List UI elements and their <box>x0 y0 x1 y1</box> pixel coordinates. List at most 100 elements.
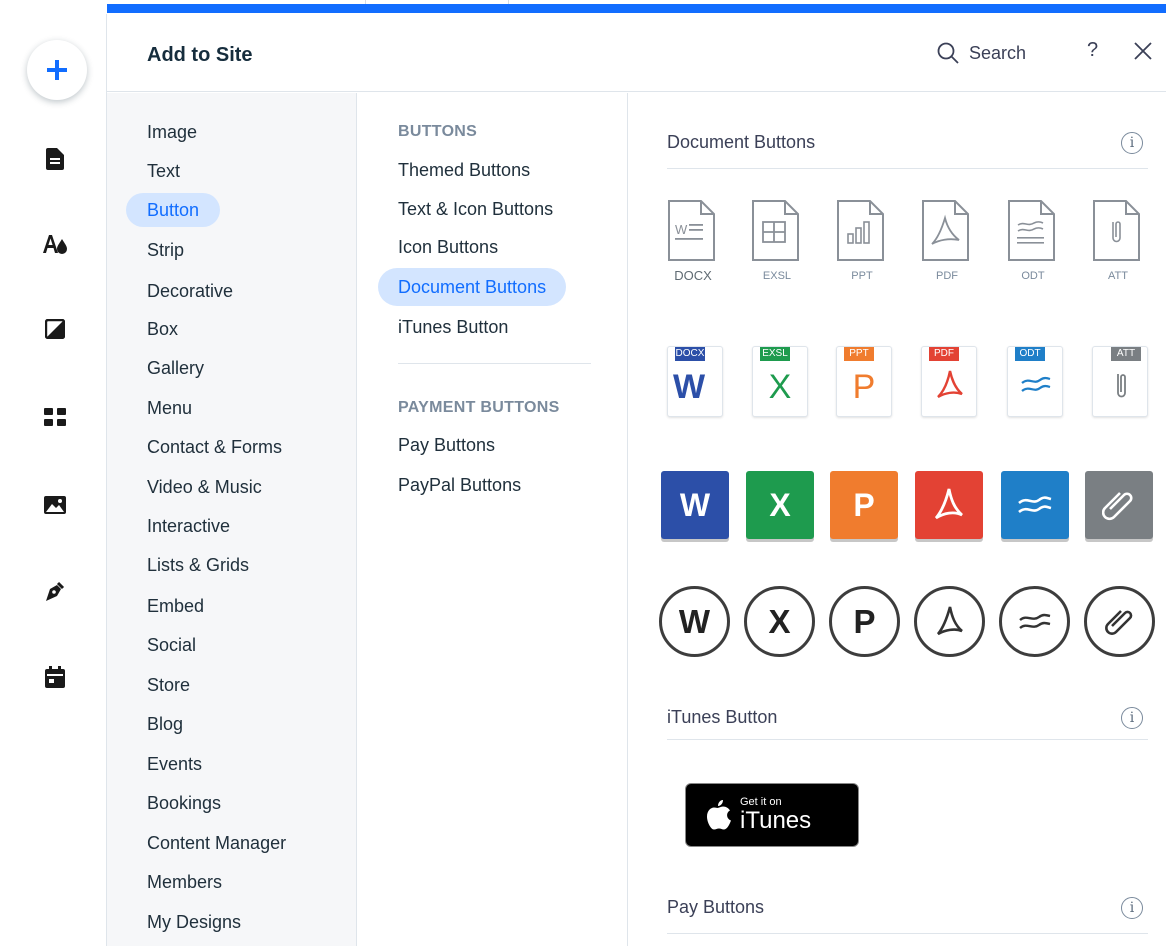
sub-text-icon-buttons[interactable]: Text & Icon Buttons <box>378 190 573 228</box>
top-separator <box>508 0 509 4</box>
pdf-tab: PDF <box>929 347 959 361</box>
sub-icon-buttons[interactable]: Icon Buttons <box>378 228 518 266</box>
category-members[interactable]: Members <box>126 865 243 899</box>
section-title-pay-buttons: Pay Buttons <box>667 897 765 917</box>
section-title-itunes-button: iTunes Button <box>667 707 778 727</box>
background-icon <box>45 319 65 339</box>
doc-card-att[interactable]: ATT <box>1092 346 1148 417</box>
doc-square-word[interactable]: W <box>661 471 729 539</box>
calendar-icon <box>45 666 65 688</box>
doc-square-excel[interactable]: X <box>746 471 814 539</box>
top-accent-line <box>107 4 1166 13</box>
search-label: Search <box>969 42 1027 63</box>
paperclip-icon <box>1104 609 1132 635</box>
top-bar <box>0 0 1166 14</box>
category-social[interactable]: Social <box>126 628 217 662</box>
close-button[interactable] <box>1134 42 1152 65</box>
site-design-button[interactable] <box>40 229 70 259</box>
sub-document-buttons[interactable]: Document Buttons <box>378 268 567 306</box>
category-my-designs[interactable]: My Designs <box>126 905 262 939</box>
bookings-button[interactable] <box>40 662 70 692</box>
doc-square-ppt[interactable]: P <box>830 471 898 539</box>
close-icon <box>1134 42 1152 60</box>
doc-outline-pdf[interactable]: PDF <box>921 200 973 290</box>
category-interactive[interactable]: Interactive <box>126 509 251 543</box>
blog-button[interactable] <box>40 576 70 606</box>
sub-themed-buttons[interactable]: Themed Buttons <box>378 151 550 189</box>
section-divider <box>667 739 1148 740</box>
doc-card-exsl[interactable]: EXSL X <box>752 346 808 417</box>
search-button[interactable]: Search <box>937 38 1026 68</box>
section-title-document-buttons: Document Buttons <box>667 132 816 152</box>
doc-card-ppt[interactable]: PPT P <box>836 346 892 417</box>
add-panel: Add to Site Search ? Image Text Button S… <box>107 14 1166 946</box>
doc-outline-odt[interactable]: ODT <box>1007 200 1059 290</box>
category-bookings[interactable]: Bookings <box>126 786 242 820</box>
category-box[interactable]: Box <box>126 312 199 346</box>
odt-tab: ODT <box>1015 347 1045 361</box>
panel-header: Add to Site Search ? <box>107 14 1166 92</box>
category-decorative[interactable]: Decorative <box>126 274 254 308</box>
doc-circle-att[interactable] <box>1084 586 1155 657</box>
media-button[interactable] <box>40 490 70 520</box>
add-elements-button[interactable] <box>27 40 87 100</box>
ppt-label: PPT <box>851 270 873 282</box>
odt-symbol-icon <box>1021 376 1051 392</box>
odt-outline-icon <box>1008 200 1055 261</box>
doc-outline-att[interactable]: ATT <box>1092 200 1144 290</box>
category-contact-forms[interactable]: Contact & Forms <box>126 430 303 464</box>
sub-itunes-button[interactable]: iTunes Button <box>378 308 528 346</box>
category-lists-grids[interactable]: Lists & Grids <box>126 548 270 582</box>
doc-outline-exsl[interactable]: EXSL <box>751 200 803 290</box>
category-image[interactable]: Image <box>126 115 218 149</box>
info-icon[interactable]: i <box>1121 707 1143 729</box>
category-embed[interactable]: Embed <box>126 589 225 623</box>
doc-square-pdf[interactable] <box>915 471 983 539</box>
doc-card-odt[interactable]: ODT <box>1007 346 1063 417</box>
pdf-symbol-icon <box>934 488 963 520</box>
pages-button[interactable] <box>40 144 70 174</box>
docx-outline-icon: W <box>668 200 715 261</box>
subcategory-list: BUTTONS Themed Buttons Text & Icon Butto… <box>358 93 628 946</box>
apps-icon <box>44 408 66 426</box>
app-market-button[interactable] <box>40 402 70 432</box>
pdf-symbol-icon <box>936 606 963 635</box>
category-content-manager[interactable]: Content Manager <box>126 826 307 860</box>
category-menu[interactable]: Menu <box>126 391 213 425</box>
search-icon <box>937 42 959 64</box>
doc-circle-word[interactable]: W <box>659 586 730 657</box>
doc-card-docx[interactable]: DOCX W <box>667 346 723 417</box>
pdf-outline-icon <box>922 200 969 261</box>
doc-circle-excel[interactable]: X <box>744 586 815 657</box>
help-button[interactable]: ? <box>1087 39 1098 62</box>
category-blog[interactable]: Blog <box>126 707 204 741</box>
category-video-music[interactable]: Video & Music <box>126 470 283 504</box>
sub-pay-buttons[interactable]: Pay Buttons <box>378 426 515 464</box>
category-text[interactable]: Text <box>126 154 201 188</box>
doc-card-pdf[interactable]: PDF <box>921 346 977 417</box>
media-icon <box>44 496 66 514</box>
doc-square-att[interactable] <box>1085 471 1153 539</box>
ppt-letter: P <box>852 368 876 406</box>
left-toolbar <box>0 14 107 946</box>
category-store[interactable]: Store <box>126 668 211 702</box>
category-gallery[interactable]: Gallery <box>126 351 225 385</box>
info-icon[interactable]: i <box>1121 132 1143 154</box>
background-button[interactable] <box>40 314 70 344</box>
doc-circle-pdf[interactable] <box>914 586 985 657</box>
itunes-badge[interactable]: Get it on iTunes <box>685 783 859 847</box>
payment-heading: PAYMENT BUTTONS <box>398 399 560 416</box>
doc-circle-ppt[interactable]: P <box>829 586 900 657</box>
category-button[interactable]: Button <box>126 193 221 227</box>
doc-outline-ppt[interactable]: PPT <box>836 200 888 290</box>
info-icon[interactable]: i <box>1121 897 1143 919</box>
sub-paypal-buttons[interactable]: PayPal Buttons <box>378 466 541 504</box>
category-strip[interactable]: Strip <box>126 233 205 267</box>
content-area: Document Buttons i W DOCX EXSL PPT PDF O… <box>629 93 1166 946</box>
panel-title: Add to Site <box>147 44 253 66</box>
category-events[interactable]: Events <box>126 747 223 781</box>
ppt-outline-icon <box>837 200 884 261</box>
doc-outline-docx[interactable]: W DOCX <box>667 200 719 290</box>
doc-square-odt[interactable] <box>1001 471 1069 539</box>
doc-circle-odt[interactable] <box>999 586 1070 657</box>
